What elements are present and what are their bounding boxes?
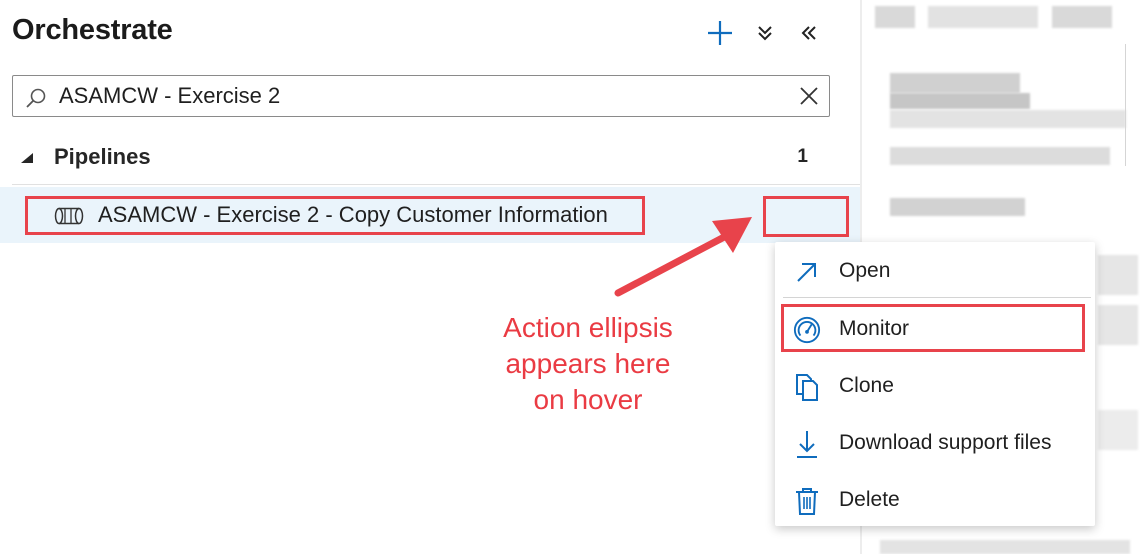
menu-divider [783, 297, 1091, 298]
double-chevron-down-icon [758, 26, 772, 41]
context-menu: Open Monitor Clone Download support file… [775, 242, 1095, 526]
section-divider [12, 184, 860, 185]
collapse-all-button[interactable] [748, 16, 782, 50]
factory-resources-pane: Orchestrate Pipelines 1 [0, 0, 860, 554]
annotation-line: on hover [533, 384, 643, 415]
plus-icon [708, 21, 732, 45]
annotation-arrow [614, 217, 752, 297]
copy-icon [793, 373, 821, 401]
annotation-line: appears here [505, 348, 671, 379]
collapse-pane-button[interactable] [792, 16, 826, 50]
menu-item-open[interactable]: Open [775, 245, 1095, 297]
menu-item-label: Delete [839, 488, 900, 511]
search-icon [26, 88, 46, 108]
pipelines-section-header[interactable]: Pipelines 1 [12, 138, 830, 178]
search-box[interactable] [12, 75, 830, 117]
page-title: Orchestrate [12, 14, 173, 46]
menu-item-label: Clone [839, 374, 894, 397]
annotation-text: Action ellipsis appears here on hover [470, 310, 706, 418]
menu-item-label: Open [839, 259, 891, 282]
add-resource-button[interactable] [703, 16, 737, 50]
menu-item-clone[interactable]: Clone [775, 360, 1095, 412]
highlight-pipeline-name [25, 196, 645, 235]
close-icon[interactable] [799, 86, 819, 106]
highlight-monitor [781, 304, 1085, 352]
open-arrow-icon [793, 258, 821, 286]
search-input[interactable] [59, 82, 779, 110]
menu-item-label: Download support files [839, 431, 1052, 454]
double-chevron-left-icon [801, 26, 816, 40]
menu-item-download-support-files[interactable]: Download support files [775, 417, 1095, 469]
section-count: 1 [797, 146, 808, 167]
trash-icon [793, 487, 821, 515]
annotation-line: Action ellipsis [503, 312, 673, 343]
download-icon [793, 430, 821, 458]
menu-item-delete[interactable]: Delete [775, 474, 1095, 526]
highlight-action-ellipsis [763, 196, 849, 237]
section-label: Pipelines [54, 144, 151, 169]
caret-down-icon[interactable] [20, 152, 34, 164]
